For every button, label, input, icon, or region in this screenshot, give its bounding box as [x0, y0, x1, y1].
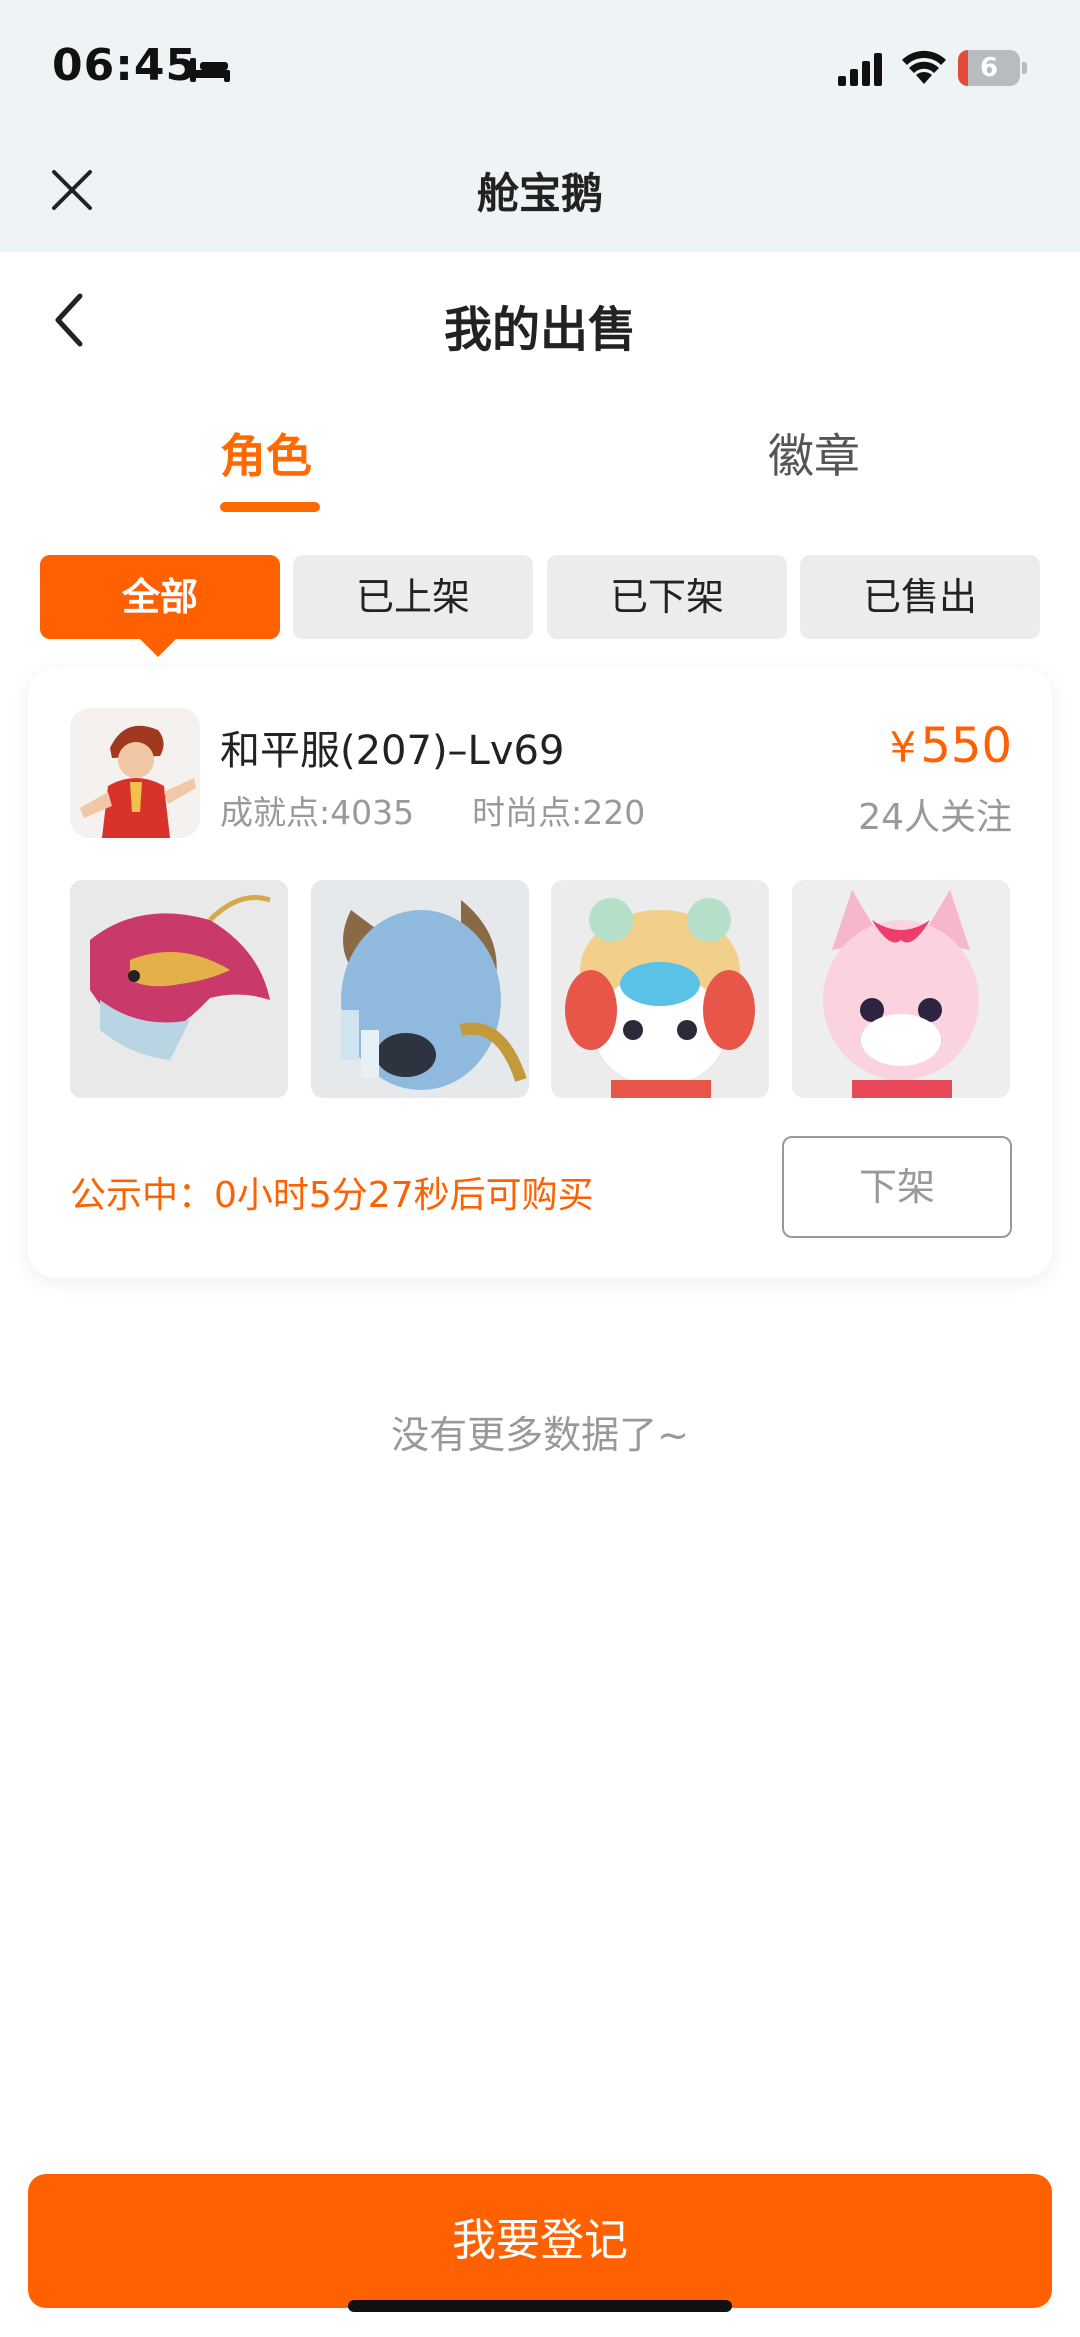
- app-screen: 06:45 6 舱宝鹅 我的出售 角色 徽章 全部 已上架 已下架 已售出 和平…: [0, 0, 1080, 2337]
- filter-all[interactable]: 全部: [40, 555, 280, 639]
- follower-count: 24人关注: [858, 797, 1012, 838]
- lion-dance-pet-image: [551, 880, 769, 1098]
- listing-name: 和平服(207)–Lv69: [220, 728, 565, 774]
- dragon-image: [70, 880, 288, 1098]
- filter-sold[interactable]: 已售出: [800, 555, 1040, 639]
- price-value: 550: [920, 718, 1012, 774]
- sleep-focus-icon: [190, 58, 230, 82]
- miniprogram-title: 舱宝鹅: [476, 169, 603, 218]
- listing-stats: 成就点:4035 时尚点:220: [220, 786, 645, 834]
- active-tab-underline: [220, 502, 320, 512]
- page-title: 我的出售: [443, 302, 636, 358]
- battery-level-text: 6: [979, 53, 999, 83]
- achievement-points: 成就点:4035: [220, 793, 415, 832]
- listing-card[interactable]: 和平服(207)–Lv69 成就点:4035 时尚点:220 ¥550 24人关注: [28, 668, 1052, 1278]
- tab-badge[interactable]: 徽章: [768, 420, 860, 486]
- character-avatar: [70, 708, 200, 838]
- filter-delisted[interactable]: 已下架: [547, 555, 787, 639]
- home-indicator: [348, 2300, 732, 2312]
- status-time: 06:45: [52, 40, 198, 91]
- pink-fox-pet-image: [792, 880, 1010, 1098]
- tab-role[interactable]: 角色: [220, 420, 312, 486]
- publicity-countdown: 公示中：0小时5分27秒后可购买: [70, 1175, 594, 1216]
- no-more-data-text: 没有更多数据了~: [391, 1413, 689, 1457]
- currency-symbol: ¥: [889, 723, 917, 772]
- filter-listed[interactable]: 已上架: [293, 555, 533, 639]
- system-header: 06:45 6 舱宝鹅: [0, 0, 1080, 252]
- blue-beast-image: [311, 880, 529, 1098]
- register-button[interactable]: 我要登记: [28, 2174, 1052, 2308]
- wifi-icon: [902, 50, 946, 84]
- battery-indicator: 6: [958, 50, 1028, 86]
- delist-button[interactable]: 下架: [782, 1136, 1012, 1238]
- cellular-signal-icon: [838, 53, 882, 86]
- fashion-points: 时尚点:220: [472, 793, 646, 832]
- filter-pointer: [140, 639, 176, 657]
- listing-price: ¥550: [890, 718, 1012, 774]
